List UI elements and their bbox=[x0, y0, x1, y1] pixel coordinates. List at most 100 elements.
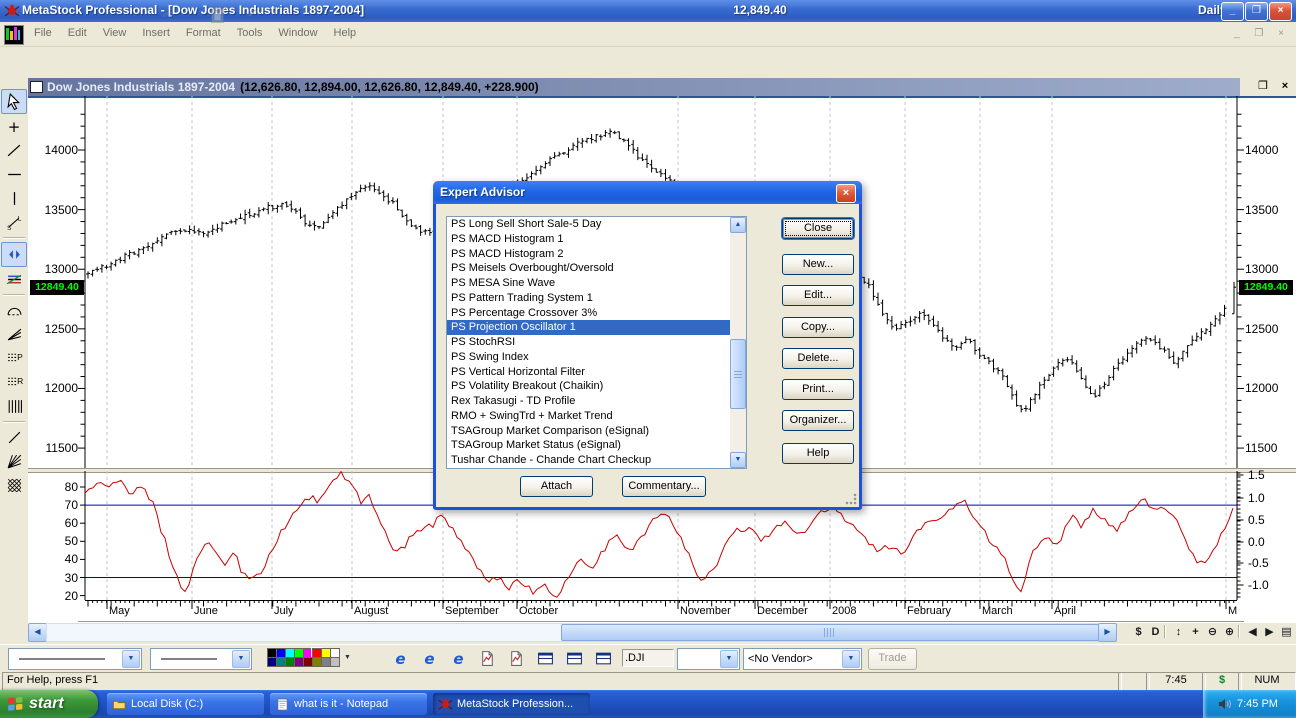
expert-list-item[interactable]: TSAGroup Market Comparison (eSignal) bbox=[447, 424, 746, 439]
proj-p-tool[interactable]: P bbox=[2, 347, 26, 370]
chart-nav-↕-button[interactable]: ↕ bbox=[1170, 624, 1187, 640]
trendline2-tool[interactable] bbox=[2, 426, 26, 449]
expert-list-item[interactable]: TSAGroup Market Status (eSignal) bbox=[447, 438, 746, 453]
chart-nav-scale-button[interactable]: $ bbox=[1130, 624, 1147, 640]
vline-tool[interactable] bbox=[2, 187, 26, 210]
menu-window[interactable]: Window bbox=[270, 22, 325, 39]
list-scrollbar[interactable]: ▲ ▼ bbox=[730, 217, 746, 468]
chevron-down-icon[interactable]: ▼ bbox=[122, 650, 140, 668]
chart-restore-button[interactable]: ❐ bbox=[1252, 78, 1274, 95]
expert-list-item[interactable]: PS MACD Histogram 1 bbox=[447, 232, 746, 247]
chartpg-icon[interactable] bbox=[476, 647, 499, 670]
layh-icon[interactable] bbox=[592, 647, 615, 670]
expert-list-item[interactable]: PS Vertical Horizontal Filter bbox=[447, 365, 746, 380]
close-button[interactable]: × bbox=[1269, 2, 1292, 21]
mdi-window-controls[interactable]: _ ❐ × bbox=[1234, 28, 1290, 39]
chartpg-icon[interactable] bbox=[505, 647, 528, 670]
chart-nav-⊖-button[interactable]: ⊖ bbox=[1204, 624, 1221, 640]
gannfan-tool[interactable] bbox=[2, 450, 26, 473]
dialog-close-icon[interactable]: × bbox=[836, 184, 856, 203]
timezones-tool[interactable] bbox=[2, 395, 26, 418]
taskbar-task-3[interactable]: MetaStock Profession... bbox=[433, 693, 590, 715]
explorer-icon[interactable]: e bbox=[418, 647, 441, 670]
expert-list-item[interactable]: PS Meisels Overbought/Oversold bbox=[447, 261, 746, 276]
print-button[interactable]: Print... bbox=[782, 379, 854, 400]
scroll-left-button[interactable]: ◀ bbox=[28, 623, 47, 642]
cut-icon[interactable]: ✂ bbox=[156, 4, 179, 27]
commentary-button[interactable]: Commentary... bbox=[622, 476, 706, 497]
trendline-tool[interactable] bbox=[2, 139, 26, 162]
explorer-icon[interactable]: e bbox=[447, 647, 470, 670]
organizer-button[interactable]: Organizer... bbox=[782, 410, 854, 431]
expert-list-item[interactable]: Rex Takasugi - TD Profile bbox=[447, 394, 746, 409]
symbol-input[interactable] bbox=[622, 649, 674, 667]
scroll-lr-tool[interactable] bbox=[1, 242, 27, 267]
line-weight-combo[interactable]: ▼ bbox=[150, 648, 252, 670]
explorer-icon[interactable]: e bbox=[389, 647, 412, 670]
expert-list-item[interactable]: PS Projection Oscillator 1 bbox=[447, 320, 746, 335]
expert-list-item[interactable]: PS Percentage Crossover 3% bbox=[447, 306, 746, 321]
chart-nav-+-button[interactable]: + bbox=[1187, 624, 1204, 640]
expert-list-item[interactable]: PS Long Sell Short Sale-5 Day bbox=[447, 217, 746, 232]
help-button[interactable]: Help bbox=[782, 443, 854, 464]
copy-button[interactable]: Copy... bbox=[782, 317, 854, 338]
edit-button[interactable]: Edit... bbox=[782, 285, 854, 306]
taskbar-task-2[interactable]: what is it - Notepad bbox=[270, 693, 427, 715]
expert-listbox[interactable]: PS Long Sell Short Sale-5 DayPS MACD His… bbox=[446, 216, 747, 469]
scrollbar-thumb[interactable] bbox=[561, 624, 1099, 641]
paste-icon[interactable] bbox=[206, 4, 229, 27]
delete-button[interactable]: Delete... bbox=[782, 348, 854, 369]
chart-nav-▶-button[interactable]: ▶ bbox=[1261, 624, 1278, 640]
expert-list-item[interactable]: PS Volatility Breakout (Chaikin) bbox=[447, 379, 746, 394]
list-scrollbar-thumb[interactable] bbox=[730, 339, 746, 409]
line-style-combo[interactable]: ▼ bbox=[8, 648, 142, 670]
minimize-button[interactable]: _ bbox=[1221, 2, 1244, 21]
arc-tool[interactable] bbox=[2, 299, 26, 322]
chart-close-button[interactable]: × bbox=[1274, 78, 1296, 95]
dialog-titlebar[interactable]: Expert Advisor bbox=[433, 181, 862, 204]
palette-color-swatch[interactable] bbox=[330, 657, 340, 667]
scroll-down-icon[interactable]: ▼ bbox=[730, 452, 746, 468]
expert-list-item[interactable]: PS StochRSI bbox=[447, 335, 746, 350]
menu-edit[interactable]: Edit bbox=[60, 22, 95, 39]
expert-list-item[interactable]: Tushar Chande - Chande Chart Checkup bbox=[447, 453, 746, 468]
menu-help[interactable]: Help bbox=[326, 22, 365, 39]
trade-button[interactable]: Trade bbox=[868, 648, 917, 670]
chart-nav-⊕-button[interactable]: ⊕ bbox=[1221, 624, 1238, 640]
crosshair-tool[interactable]: + bbox=[2, 115, 26, 138]
vendor-combo[interactable]: <No Vendor> ▼ bbox=[743, 648, 862, 670]
expert-list-item[interactable]: RMO + SwingTrd + Market Trend bbox=[447, 409, 746, 424]
expert-list-item[interactable]: PS Pattern Trading System 1 bbox=[447, 291, 746, 306]
hline-tool[interactable] bbox=[2, 163, 26, 186]
layh-icon[interactable] bbox=[534, 647, 557, 670]
chart-nav-D-button[interactable]: D bbox=[1147, 624, 1164, 640]
chart-nav-▤-button[interactable]: ▤ bbox=[1278, 624, 1295, 640]
scrollbar-track[interactable] bbox=[46, 623, 1098, 642]
chart-window-icon[interactable] bbox=[30, 81, 43, 93]
scroll-right-button[interactable]: ▶ bbox=[1098, 623, 1117, 642]
start-button[interactable]: start bbox=[0, 690, 98, 718]
chevron-down-icon[interactable]: ▼ bbox=[232, 650, 250, 668]
chart-system-icon[interactable] bbox=[4, 25, 24, 45]
restore-button[interactable]: ❐ bbox=[1245, 2, 1268, 21]
scroll-up-icon[interactable]: ▲ bbox=[730, 217, 746, 233]
volume-icon[interactable] bbox=[1217, 696, 1233, 712]
stopline-tool[interactable]: SL bbox=[2, 211, 26, 234]
close-button[interactable]: Close bbox=[782, 218, 854, 239]
palette-dropdown-arrow[interactable]: ▼ bbox=[344, 654, 351, 661]
chevron-down-icon[interactable]: ▼ bbox=[842, 650, 860, 668]
chevron-down-icon[interactable]: ▼ bbox=[720, 650, 738, 668]
grid-tool[interactable] bbox=[2, 474, 26, 497]
proj-r-tool[interactable]: R bbox=[2, 371, 26, 394]
taskbar-task-1[interactable]: Local Disk (C:) bbox=[107, 693, 264, 715]
menu-file[interactable]: File bbox=[26, 22, 60, 39]
attach-button[interactable]: Attach bbox=[520, 476, 593, 497]
expert-list-item[interactable]: PS Swing Index bbox=[447, 350, 746, 365]
menu-view[interactable]: View bbox=[95, 22, 135, 39]
multilines-tool[interactable] bbox=[2, 268, 26, 291]
layh-icon[interactable] bbox=[563, 647, 586, 670]
undo-icon[interactable]: ↶ bbox=[241, 4, 264, 27]
fanlines-tool[interactable] bbox=[2, 323, 26, 346]
interval-combo[interactable]: ▼ bbox=[677, 648, 740, 670]
pointer-tool[interactable] bbox=[1, 89, 27, 114]
